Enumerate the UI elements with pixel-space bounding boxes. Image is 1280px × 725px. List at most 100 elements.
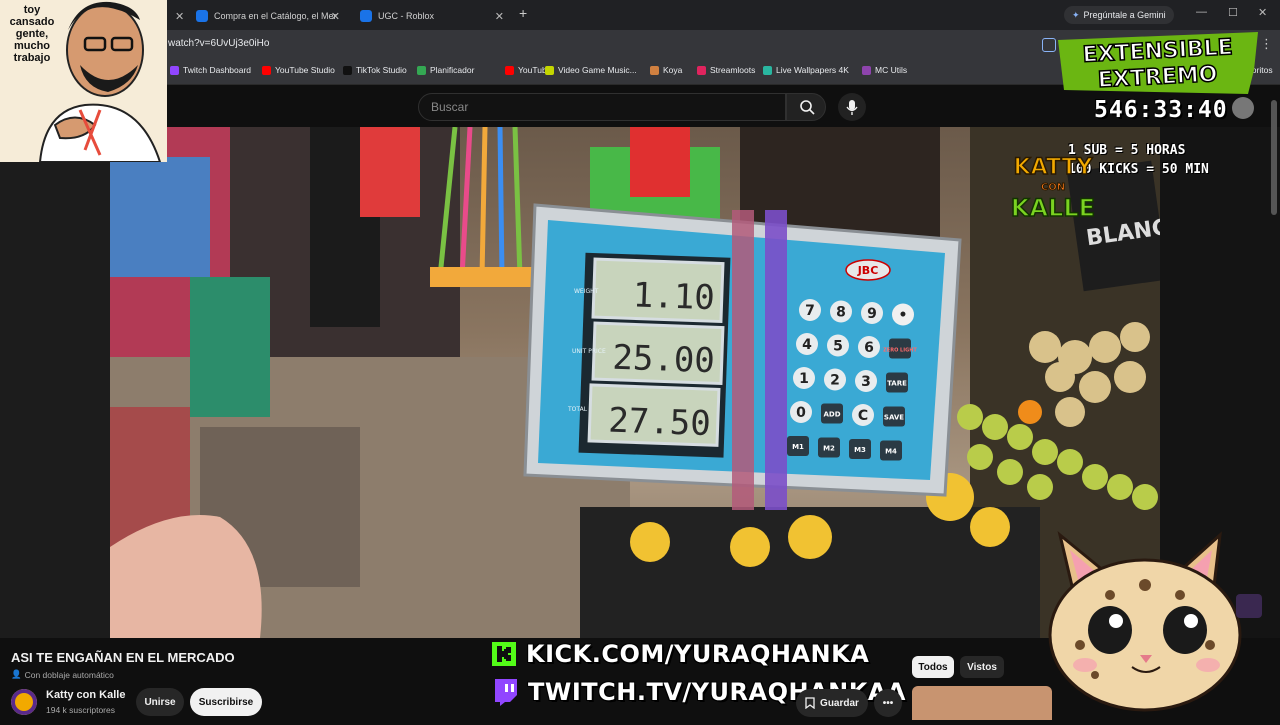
channel-avatar-image [11, 689, 37, 715]
more-actions-button[interactable]: ••• [874, 689, 902, 717]
chip-vistos[interactable]: Vistos [960, 656, 1004, 678]
bookmark-favicon-icon [343, 65, 352, 75]
scale-key-label: M2 [823, 445, 835, 453]
close-icon[interactable]: ✕ [331, 10, 340, 23]
bookmark-item[interactable]: Koya [650, 65, 682, 75]
bookmark-favicon-icon [650, 65, 659, 75]
channel-name[interactable]: Katty con Kalle [46, 689, 125, 701]
scale-key-label: M1 [792, 443, 804, 451]
twitch-icon [495, 679, 517, 706]
bookmark-favicon-icon [697, 65, 706, 75]
close-icon[interactable]: ✕ [495, 10, 504, 23]
weight-label: WEIGHT [574, 288, 599, 295]
tab-roblox[interactable]: UGC - Roblox ✕ [352, 4, 510, 28]
bookmark-item[interactable]: YouTube Studio [262, 65, 335, 75]
katty-con-kalle-logo: KATTY CON KALLE [1008, 150, 1098, 223]
bookmark-label: Twitch Dashboard [183, 65, 252, 75]
bookmark-label: Streamloots [710, 65, 756, 75]
kick-url: KICK.COM/YURAQHANKA [526, 640, 870, 668]
bookmark-favicon-icon [170, 65, 179, 75]
bookmark-item[interactable]: Planificador [417, 65, 474, 75]
subscribe-button[interactable]: Suscribirse [190, 688, 262, 716]
bookmark-label: Live Wallpapers 4K [776, 65, 849, 75]
save-label: Guardar [820, 697, 859, 709]
scale-key-label: 8 [836, 305, 846, 321]
voice-search-button[interactable] [838, 93, 866, 121]
gemini-button[interactable]: ✦ Pregúntale a Gemini [1064, 6, 1174, 24]
bookmark-favicon-icon [862, 65, 871, 75]
bookmark-item[interactable]: Video Game Music... [545, 65, 637, 75]
scale-key-label: M4 [885, 448, 897, 456]
bookmark-label: Video Game Music... [558, 65, 637, 75]
bookmark-label: TikTok Studio [356, 65, 407, 75]
bookmark-item[interactable]: Streamloots [697, 65, 755, 75]
search-input[interactable]: Buscar [418, 93, 786, 121]
url-field[interactable]: watch?v=6UvUj3e0iHo [168, 38, 269, 49]
search-icon [800, 100, 815, 115]
tab-favicon-icon [196, 10, 208, 22]
scale-key-label: 6 [864, 340, 874, 356]
weight-display: 1.10 [632, 275, 715, 318]
mini-channel-logo [1236, 594, 1262, 618]
scale-key-label: 4 [802, 337, 812, 353]
scale-key-label: TARE [887, 380, 907, 388]
left-background [0, 160, 110, 638]
bookmark-item[interactable]: MC Utils [862, 65, 907, 75]
bookmark-favicon-icon [262, 65, 271, 75]
bookmark-label: Planificador [430, 65, 475, 75]
extensible-logo: EXTENSIBLE EXTREMO [1058, 30, 1258, 96]
unit-price-label: UNIT PRICE [572, 348, 606, 355]
scale-key-label: C [858, 408, 868, 424]
bookmark-item[interactable]: Twitch Dashboard [170, 65, 251, 75]
recommended-video-thumbnail[interactable] [912, 686, 1052, 720]
scale-key-label: 0 [796, 405, 806, 421]
digital-scale: 1.10 25.00 27.50 WEIGHT UNIT PRICE TOTAL… [520, 195, 970, 515]
scale-key-label: SAVE [884, 414, 904, 422]
webcam-caption: toy cansado gente, mucho trabajo [9, 4, 55, 64]
bookmark-favicon-icon [417, 65, 426, 75]
video-title: ASI TE ENGAÑAN EN EL MERCADO [11, 650, 235, 665]
scale-key-label: 3 [861, 374, 871, 390]
bookmark-label: YouTube Studio [275, 65, 335, 75]
scale-key-label: 9 [867, 306, 877, 322]
scale-key-label: 5 [833, 339, 843, 355]
cat-mascot [1040, 525, 1270, 720]
gemini-label: Pregúntale a Gemini [1083, 10, 1166, 20]
bookmark-item[interactable]: TikTok Studio [343, 65, 407, 75]
bookmark-favicon-icon [763, 65, 772, 75]
save-button[interactable]: Guardar [796, 689, 868, 717]
dub-text: Con doblaje automático [24, 669, 114, 680]
scale-key-label: ZERO LIGHT [883, 348, 917, 354]
scale-key-label: 7 [805, 303, 815, 319]
menu-dots-icon[interactable]: ⋮ [1260, 36, 1273, 52]
scrollbar[interactable] [1271, 100, 1277, 215]
tab-title: UGC - Roblox [378, 11, 435, 21]
tab-favicon-icon [360, 10, 372, 22]
channel-logo-line2: CON [1041, 182, 1065, 193]
bookmark-label: MC Utils [875, 65, 908, 75]
scale-key-label: 2 [830, 373, 840, 389]
dub-label: 👤 Con doblaje automático [11, 669, 114, 680]
total-label: TOTAL [567, 406, 588, 413]
new-tab-button[interactable]: + [519, 5, 527, 21]
chip-todos[interactable]: Todos [912, 656, 954, 678]
tab-catalogo[interactable]: Compra en el Catálogo, el Mer ✕ [188, 4, 346, 28]
close-window-icon[interactable]: ✕ [1258, 6, 1267, 19]
scale-key-label: ADD [823, 411, 840, 419]
minimize-icon[interactable]: — [1196, 6, 1207, 18]
install-app-icon[interactable] [1042, 38, 1056, 52]
subathon-timer: 546:33:40 [1094, 97, 1228, 123]
maximize-icon[interactable]: ☐ [1228, 6, 1238, 19]
mic-icon [846, 100, 858, 115]
channel-avatar[interactable] [11, 689, 37, 715]
join-button[interactable]: Unirse [136, 688, 184, 716]
channel-logo-line3: KALLE [1011, 194, 1095, 222]
bookmark-favicon-icon [545, 65, 554, 75]
search-button[interactable] [786, 93, 826, 121]
timer-avatar-icon [1232, 97, 1254, 119]
tab-close-icon[interactable]: ✕ [167, 4, 184, 28]
unit-price-display: 25.00 [612, 338, 716, 382]
scale-key-label: M3 [854, 446, 866, 454]
scale-brand: JBC [857, 264, 879, 277]
bookmark-item[interactable]: Live Wallpapers 4K [763, 65, 849, 75]
